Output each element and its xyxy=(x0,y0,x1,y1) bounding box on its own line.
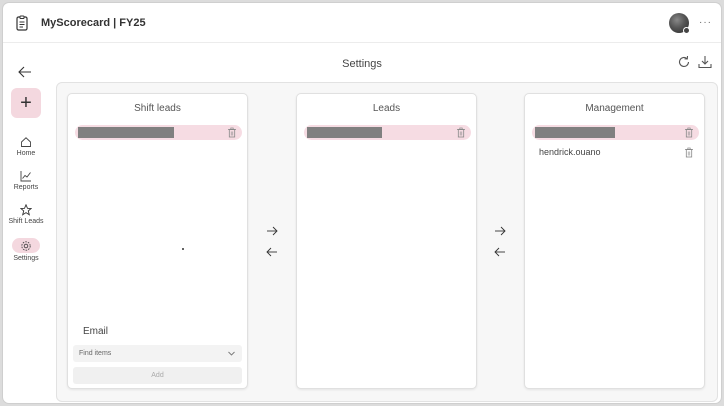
more-options-button[interactable]: ··· xyxy=(699,17,712,28)
list-item[interactable] xyxy=(304,125,471,140)
title-bar: MyScorecard | FY25 ··· xyxy=(3,3,721,43)
settings-content: Shift leads Email Find items Add Leads M… xyxy=(56,82,718,402)
trash-icon[interactable] xyxy=(456,127,466,138)
add-button[interactable]: + xyxy=(11,88,41,118)
sidebar-item-reports[interactable]: Reports xyxy=(3,170,49,198)
gear-icon xyxy=(21,240,31,251)
sidebar-item-settings[interactable]: Settings xyxy=(3,238,49,266)
sidebar-item-shift-leads[interactable]: Shift Leads xyxy=(3,204,49,232)
active-indicator xyxy=(12,238,40,253)
arrow-right-icon[interactable] xyxy=(494,225,506,237)
status-dot xyxy=(683,27,690,34)
sidebar-item-label: Reports xyxy=(13,184,39,191)
find-items-placeholder: Find items xyxy=(79,350,112,357)
find-items-dropdown[interactable]: Find items xyxy=(73,345,242,362)
sidebar-item-label: Home xyxy=(16,150,36,157)
list-item-text: hendrick.ouano xyxy=(539,147,601,157)
email-label: Email xyxy=(83,326,109,337)
trash-icon[interactable] xyxy=(227,127,237,138)
redacted-text xyxy=(535,127,615,138)
panel-title: Shift leads xyxy=(134,103,181,114)
sidebar-item-label: Shift Leads xyxy=(8,218,44,225)
app-title: MyScorecard | FY25 xyxy=(41,17,146,29)
loading-dot xyxy=(182,248,184,250)
panel-title: Leads xyxy=(372,103,401,114)
star-icon xyxy=(20,204,32,216)
scorecard-app-icon xyxy=(16,15,28,31)
arrow-right-icon[interactable] xyxy=(266,225,278,237)
list-item[interactable] xyxy=(532,125,699,140)
app-window: MyScorecard | FY25 ··· Settings + Home R… xyxy=(3,3,721,403)
download-icon[interactable] xyxy=(698,55,712,69)
chevron-down-icon xyxy=(228,351,235,356)
refresh-icon[interactable] xyxy=(677,55,691,69)
sidebar-item-home[interactable]: Home xyxy=(3,136,49,164)
shift-leads-panel: Shift leads Email Find items Add xyxy=(67,93,248,389)
list-item[interactable] xyxy=(75,125,242,140)
avatar[interactable] xyxy=(669,13,690,34)
panel-title: Management xyxy=(585,103,644,114)
home-icon xyxy=(21,137,31,147)
trash-icon[interactable] xyxy=(684,127,694,138)
page-title: Settings xyxy=(342,58,382,70)
redacted-text xyxy=(78,127,174,138)
trash-icon[interactable] xyxy=(684,147,694,158)
chart-icon xyxy=(20,171,31,182)
leads-panel: Leads xyxy=(296,93,477,389)
sidebar-item-label: Settings xyxy=(13,255,39,262)
add-button[interactable]: Add xyxy=(73,367,242,384)
arrow-left-icon[interactable] xyxy=(266,246,278,258)
redacted-text xyxy=(307,127,382,138)
list-item[interactable]: hendrick.ouano xyxy=(532,145,699,160)
management-panel: Management hendrick.ouano xyxy=(524,93,705,389)
arrow-left-icon[interactable] xyxy=(494,246,506,258)
